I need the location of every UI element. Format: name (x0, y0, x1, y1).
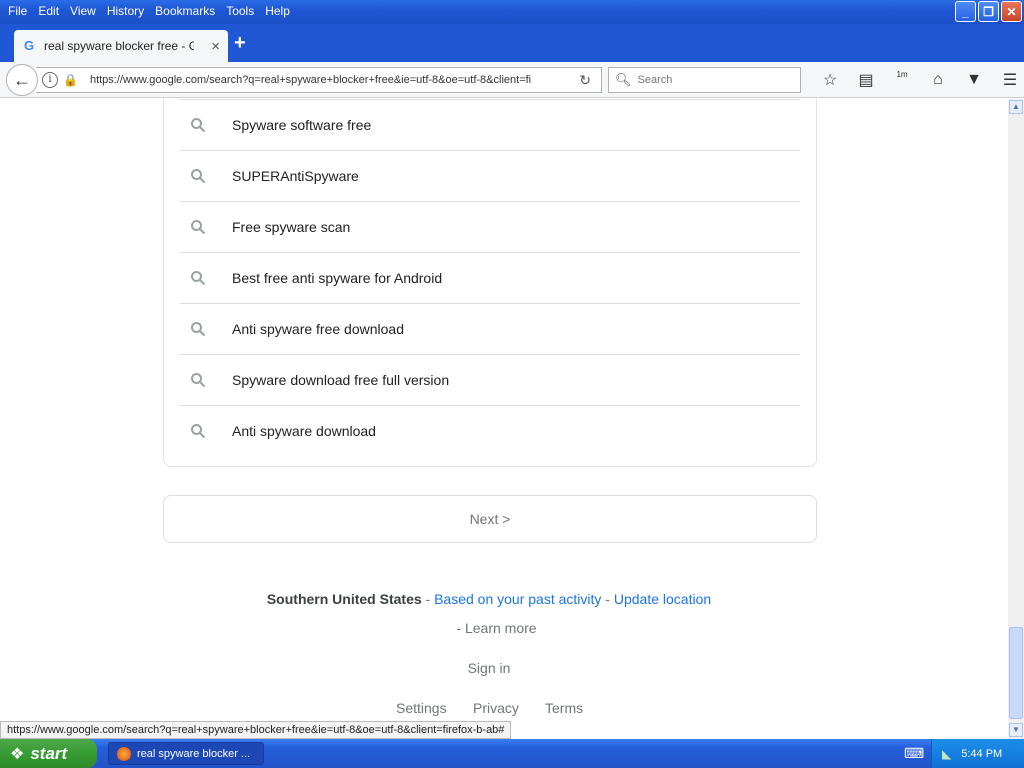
search-icon (190, 321, 226, 337)
info-icon[interactable]: i (42, 72, 58, 88)
separator: - (601, 591, 614, 607)
related-search-text[interactable]: Anti spyware download (232, 423, 376, 439)
sign-in-link[interactable]: Sign in (0, 660, 978, 676)
related-search-item[interactable]: SUPERAntiSpyware (180, 150, 800, 201)
scrollbar-thumb[interactable] (1009, 627, 1023, 719)
related-search-item[interactable]: Free spyware scan (180, 201, 800, 252)
related-search-text[interactable]: Best free anti spyware for Android (232, 270, 442, 286)
tab-close-icon[interactable]: × (211, 38, 220, 55)
related-search-text[interactable]: SUPERAntiSpyware (232, 168, 359, 184)
scroll-up-arrow-icon[interactable]: ▲ (1009, 100, 1023, 114)
title-bar: File Edit View History Bookmarks Tools H… (0, 0, 1024, 24)
update-location-link[interactable]: Update location (614, 591, 711, 607)
clock[interactable]: 5:44 PM (961, 748, 1002, 760)
menu-help[interactable]: Help (261, 1, 294, 21)
window-controls: _ ❐ ✕ (955, 1, 1022, 22)
restore-button[interactable]: ❐ (978, 1, 999, 22)
google-favicon-icon: G (23, 38, 35, 53)
hamburger-menu-icon[interactable]: ☰ (992, 67, 1024, 93)
minimize-button[interactable]: _ (955, 1, 976, 22)
menu-bookmarks[interactable]: Bookmarks (151, 1, 219, 21)
system-tray: ◣ 5:44 PM (931, 739, 1024, 768)
tab-strip: G real spyware blocker free - G... × + (0, 24, 1024, 62)
privacy-link[interactable]: Privacy (473, 700, 519, 716)
settings-link[interactable]: Settings (396, 700, 447, 716)
next-page-button[interactable]: Next > (163, 495, 817, 543)
page-content: Spyware software free SUPERAntiSpyware F… (0, 99, 1008, 739)
tab-title: real spyware blocker free - G... (44, 39, 194, 53)
downloads-badge: 1m (896, 69, 908, 79)
menu-history[interactable]: History (103, 1, 148, 21)
related-searches-card: Spyware software free SUPERAntiSpyware F… (163, 99, 817, 467)
search-icon (190, 423, 226, 439)
home-icon[interactable]: ⌂ (920, 67, 956, 93)
start-label: start (30, 743, 68, 763)
related-search-item[interactable]: Spyware download free full version (180, 354, 800, 405)
vertical-scrollbar[interactable]: ▲ ▼ (1008, 99, 1024, 739)
search-icon (190, 117, 226, 133)
close-window-button[interactable]: ✕ (1001, 1, 1022, 22)
menu-edit[interactable]: Edit (34, 1, 63, 21)
search-icon (190, 270, 226, 286)
taskbar-item-label: real spyware blocker ... (137, 747, 251, 760)
network-icon[interactable]: ◣ (942, 747, 951, 761)
footer-location: Southern United States - Based on your p… (0, 591, 978, 607)
related-search-text[interactable]: Anti spyware free download (232, 321, 404, 337)
search-icon (190, 168, 226, 184)
search-input[interactable] (637, 74, 798, 86)
back-arrow-icon: ← (13, 69, 31, 90)
status-bar-url: https://www.google.com/search?q=real+spy… (0, 721, 512, 739)
bookmarks-library-icon[interactable]: ▤ (848, 67, 884, 93)
related-search-item[interactable]: Anti spyware free download (180, 303, 800, 354)
windows-logo-icon: ❖ (10, 745, 25, 763)
tab-active[interactable]: G real spyware blocker free - G... × (14, 30, 228, 62)
new-tab-button[interactable]: + (234, 32, 246, 55)
reload-icon[interactable]: ↻ (579, 72, 591, 89)
menu-file[interactable]: File (4, 1, 31, 21)
related-search-item[interactable]: Best free anti spyware for Android (180, 252, 800, 303)
related-search-text[interactable]: Free spyware scan (232, 219, 350, 235)
past-activity-link[interactable]: Based on your past activity (434, 591, 601, 607)
location-name: Southern United States (266, 591, 422, 607)
downloads-icon[interactable]: 1m (884, 67, 920, 93)
url-text[interactable]: https://www.google.com/search?q=real+spy… (90, 74, 550, 86)
search-icon: 🔍︎ (615, 72, 632, 87)
taskbar-item-firefox[interactable]: real spyware blocker ... (108, 742, 264, 765)
learn-more-link[interactable]: - Learn more (0, 620, 993, 636)
related-search-text[interactable]: Spyware software free (232, 117, 371, 133)
separator: - (421, 591, 435, 607)
terms-link[interactable]: Terms (545, 700, 583, 716)
related-search-item[interactable]: Spyware software free (180, 99, 800, 150)
toolbar-icons: ☆ ▤ 1m ⌂ ▼ ☰ (812, 67, 1024, 93)
related-search-item[interactable]: Anti spyware download (180, 405, 800, 456)
search-box[interactable]: 🔍︎ (608, 67, 801, 93)
menu-tools[interactable]: Tools (222, 1, 258, 21)
search-icon (190, 219, 226, 235)
menu-view[interactable]: View (66, 1, 100, 21)
warning-lock-icon[interactable]: 🔒 (63, 73, 78, 87)
related-search-text[interactable]: Spyware download free full version (232, 372, 449, 388)
url-bar[interactable]: i 🔒 https://www.google.com/search?q=real… (36, 67, 602, 93)
navigation-toolbar: i 🔒 https://www.google.com/search?q=real… (0, 62, 1024, 98)
search-icon (190, 372, 226, 388)
taskbar: ❖ start real spyware blocker ... ⌨ ◣ 5:4… (0, 739, 1024, 768)
pocket-icon[interactable]: ▼ (956, 67, 992, 93)
bookmark-star-icon[interactable]: ☆ (812, 67, 848, 93)
scroll-down-arrow-icon[interactable]: ▼ (1009, 723, 1023, 737)
firefox-icon (117, 746, 131, 761)
menu-bar: File Edit View History Bookmarks Tools H… (0, 0, 297, 22)
back-button[interactable]: ← (6, 64, 38, 96)
keyboard-icon[interactable]: ⌨ (904, 745, 924, 762)
start-button[interactable]: ❖ start (0, 739, 97, 768)
